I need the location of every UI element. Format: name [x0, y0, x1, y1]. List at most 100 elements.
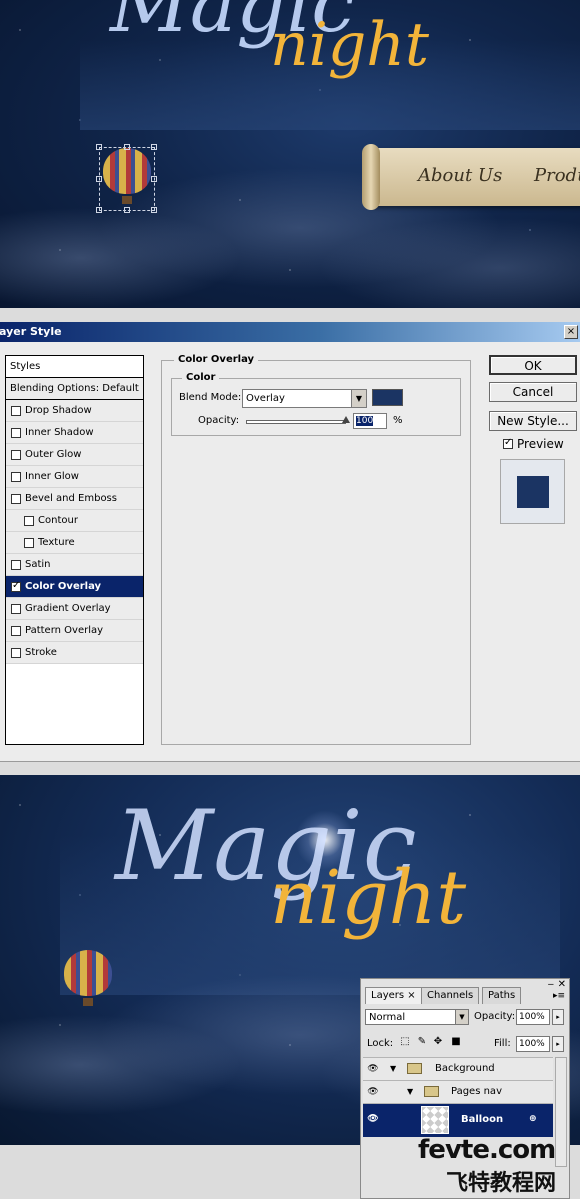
style-checkbox[interactable] — [11, 449, 21, 460]
style-checkbox[interactable] — [24, 515, 34, 526]
layer-blend-mode-select[interactable]: Normal ▼ — [365, 1009, 469, 1025]
style-item-label: Outer Glow — [25, 449, 82, 460]
style-item-color-overlay[interactable]: Color Overlay — [6, 576, 143, 598]
logo-night-text: night — [270, 10, 429, 80]
style-checkbox[interactable] — [11, 625, 21, 636]
nav-scroll-banner: About Us Products — [362, 144, 580, 210]
style-checkbox[interactable] — [11, 471, 21, 482]
tab-paths[interactable]: Paths — [482, 987, 522, 1004]
close-icon[interactable]: × — [564, 325, 578, 339]
eye-icon[interactable]: 👁 — [366, 1113, 380, 1125]
style-item-pattern-overlay[interactable]: Pattern Overlay — [6, 620, 143, 642]
expand-triangle-icon[interactable]: ▼ — [390, 1064, 396, 1073]
blending-options-item[interactable]: Blending Options: Default — [6, 378, 143, 400]
transform-handle[interactable] — [96, 144, 102, 150]
opacity-input[interactable]: 100 — [353, 413, 387, 429]
eye-icon[interactable]: 👁 — [366, 1086, 380, 1098]
style-checkbox[interactable] — [11, 580, 21, 592]
layer-name: Background — [435, 1063, 495, 1074]
tab-channels[interactable]: Channels — [421, 987, 480, 1004]
style-item-stroke[interactable]: Stroke — [6, 642, 143, 664]
tab-label: Layers — [371, 990, 405, 1001]
style-checkbox[interactable] — [11, 559, 21, 570]
transform-handle[interactable] — [96, 207, 102, 213]
folder-icon — [424, 1086, 439, 1097]
style-item-outer-glow[interactable]: Outer Glow — [6, 444, 143, 466]
layer-row-balloon[interactable]: 👁 Balloon ⊕ — [363, 1103, 553, 1137]
fill-label: Fill: — [494, 1038, 511, 1049]
blend-mode-select[interactable]: Overlay ▼ — [242, 389, 367, 408]
transform-selection[interactable] — [96, 144, 157, 213]
close-icon[interactable]: ✕ — [558, 979, 566, 990]
style-item-inner-glow[interactable]: Inner Glow — [6, 466, 143, 488]
layer-row-background[interactable]: 👁 ▼ Background — [363, 1057, 553, 1080]
transform-handle[interactable] — [151, 207, 157, 213]
opacity-slider[interactable] — [246, 416, 350, 424]
style-checkbox[interactable] — [11, 647, 21, 658]
balloon-image — [64, 950, 112, 1008]
style-item-drop-shadow[interactable]: Drop Shadow — [6, 400, 143, 422]
cancel-button[interactable]: Cancel — [489, 382, 577, 402]
watermark-latin: fevte.com — [418, 1135, 556, 1165]
transform-handle[interactable] — [151, 144, 157, 150]
folder-icon — [407, 1063, 422, 1074]
opacity-value: 100 — [356, 416, 374, 426]
transform-handle[interactable] — [124, 207, 130, 213]
minimize-icon[interactable]: ‒ — [548, 979, 554, 990]
style-item-label: Inner Glow — [25, 471, 79, 482]
layer-thumbnail — [421, 1106, 449, 1134]
style-item-inner-shadow[interactable]: Inner Shadow — [6, 422, 143, 444]
fill-stepper[interactable]: ▸ — [552, 1036, 564, 1052]
ok-button[interactable]: OK — [489, 355, 577, 375]
lock-transparency-icon[interactable]: ⬚ — [399, 1036, 411, 1048]
eye-icon[interactable]: 👁 — [366, 1063, 380, 1075]
layer-fill-input[interactable]: 100% — [516, 1036, 550, 1052]
tab-close-icon[interactable]: × — [407, 990, 415, 1001]
lock-brush-icon[interactable]: ✎ — [416, 1036, 428, 1048]
transform-handle[interactable] — [151, 176, 157, 182]
style-item-contour[interactable]: Contour — [6, 510, 143, 532]
slider-thumb[interactable] — [342, 416, 350, 423]
style-item-label: Drop Shadow — [25, 405, 92, 416]
preview-checkbox-row[interactable]: Preview — [503, 437, 564, 451]
style-item-label: Texture — [38, 537, 75, 548]
nav-about-us[interactable]: About Us — [418, 165, 502, 186]
style-item-label: Bevel and Emboss — [25, 493, 117, 504]
layer-row-pages-nav[interactable]: 👁 ▼ Pages nav — [363, 1080, 553, 1103]
transform-handle[interactable] — [124, 144, 130, 150]
dialog-titlebar[interactable]: Layer Style × — [0, 322, 580, 342]
style-checkbox[interactable] — [11, 405, 21, 416]
style-item-satin[interactable]: Satin — [6, 554, 143, 576]
opacity-stepper[interactable]: ▸ — [552, 1009, 564, 1025]
style-item-label: Gradient Overlay — [25, 603, 111, 614]
style-checkbox[interactable] — [11, 493, 21, 504]
expand-triangle-icon[interactable]: ▼ — [407, 1087, 413, 1096]
lock-move-icon[interactable]: ✥ — [432, 1036, 444, 1048]
watermark-chinese: 飞特教程网 — [446, 1171, 557, 1196]
chevron-down-icon[interactable]: ▼ — [351, 390, 366, 407]
layer-opacity-input[interactable]: 100% — [516, 1009, 550, 1025]
transform-handle[interactable] — [96, 176, 102, 182]
style-item-texture[interactable]: Texture — [6, 532, 143, 554]
style-item-gradient-overlay[interactable]: Gradient Overlay — [6, 598, 143, 620]
layers-scrollbar[interactable] — [555, 1057, 567, 1167]
panel-menu-icon[interactable]: ▸≡ — [553, 991, 565, 1001]
nav-products[interactable]: Products — [534, 165, 580, 186]
new-style-button[interactable]: New Style... — [489, 411, 577, 431]
style-item-label: Color Overlay — [25, 581, 102, 592]
style-checkbox[interactable] — [24, 537, 34, 548]
preview-checkbox[interactable] — [503, 437, 513, 449]
style-item-label: Stroke — [25, 647, 57, 658]
style-item-bevel-and-emboss[interactable]: Bevel and Emboss — [6, 488, 143, 510]
styles-header[interactable]: Styles — [6, 356, 143, 378]
color-overlay-panel: Color Overlay Color Blend Mode: Overlay … — [161, 354, 471, 745]
overlay-color-swatch[interactable] — [372, 389, 403, 406]
opacity-label: Opacity: — [198, 415, 240, 426]
tab-layers[interactable]: Layers × — [365, 987, 422, 1004]
chevron-down-icon[interactable]: ▼ — [455, 1010, 468, 1024]
style-checkbox[interactable] — [11, 427, 21, 438]
color-group: Color Blend Mode: Overlay ▼ Opacity: 100… — [171, 372, 461, 436]
layer-blend-mode-value: Normal — [369, 1012, 406, 1023]
lock-all-icon[interactable]: ■ — [450, 1036, 462, 1048]
style-checkbox[interactable] — [11, 603, 21, 614]
